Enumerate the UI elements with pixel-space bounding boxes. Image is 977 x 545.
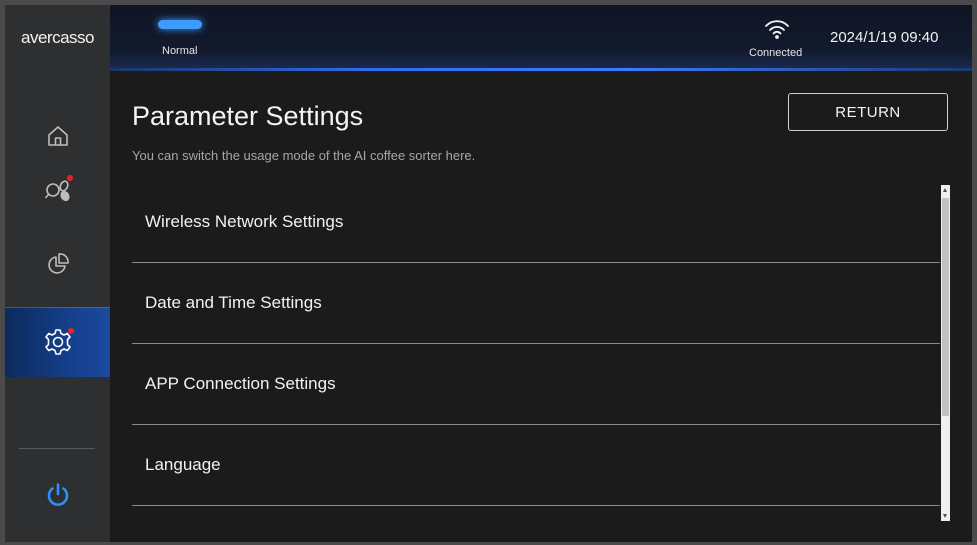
settings-scrollbar[interactable]	[941, 185, 950, 521]
status-mode-label: Normal	[162, 45, 198, 57]
page-title: Parameter Settings	[132, 101, 364, 131]
settings-item-wireless-network[interactable]: Wireless Network Settings	[132, 182, 940, 263]
app-window: avercasso Normal Connected 2024/1/19 09:…	[5, 5, 972, 542]
settings-item-label: APP Connection Settings	[145, 374, 336, 393]
connection-status: Connected	[749, 47, 803, 59]
brand-logo: avercasso	[21, 28, 94, 47]
scroll-up-arrow-icon[interactable]	[943, 188, 947, 192]
power-icon	[47, 483, 68, 506]
settings-item-app-connection[interactable]: APP Connection Settings	[132, 344, 940, 425]
chart-icon	[47, 253, 69, 274]
settings-item-label: Date and Time Settings	[145, 293, 322, 312]
scroll-down-arrow-icon[interactable]	[943, 514, 947, 518]
sidebar: avercasso	[5, 5, 110, 542]
sidebar-item-settings[interactable]	[5, 307, 110, 377]
return-button[interactable]: RETURN	[788, 93, 948, 131]
notification-dot	[67, 175, 73, 181]
sidebar-divider	[19, 448, 95, 449]
settings-list: Wireless Network Settings Date and Time …	[132, 182, 940, 519]
sidebar-item-statistics[interactable]	[5, 229, 110, 299]
settings-item-label: Wireless Network Settings	[145, 212, 344, 231]
settings-item-label: Language	[145, 455, 221, 474]
wifi-icon	[765, 20, 789, 39]
status-bar-glow	[110, 68, 972, 71]
sorter-icon	[44, 180, 70, 202]
settings-item-language[interactable]: Language	[132, 425, 940, 506]
scroll-thumb[interactable]	[942, 198, 949, 416]
page-subtitle: You can switch the usage mode of the AI …	[132, 148, 476, 163]
datetime: 2024/1/19 09:40	[830, 29, 939, 46]
sidebar-item-sorter[interactable]	[5, 155, 110, 225]
settings-item-date-time[interactable]: Date and Time Settings	[132, 263, 940, 344]
notification-dot	[68, 328, 74, 334]
status-bar: Normal Connected 2024/1/19 09:40	[110, 5, 972, 71]
power-button[interactable]	[5, 460, 110, 530]
home-icon	[47, 126, 68, 146]
status-indicator	[158, 20, 202, 29]
